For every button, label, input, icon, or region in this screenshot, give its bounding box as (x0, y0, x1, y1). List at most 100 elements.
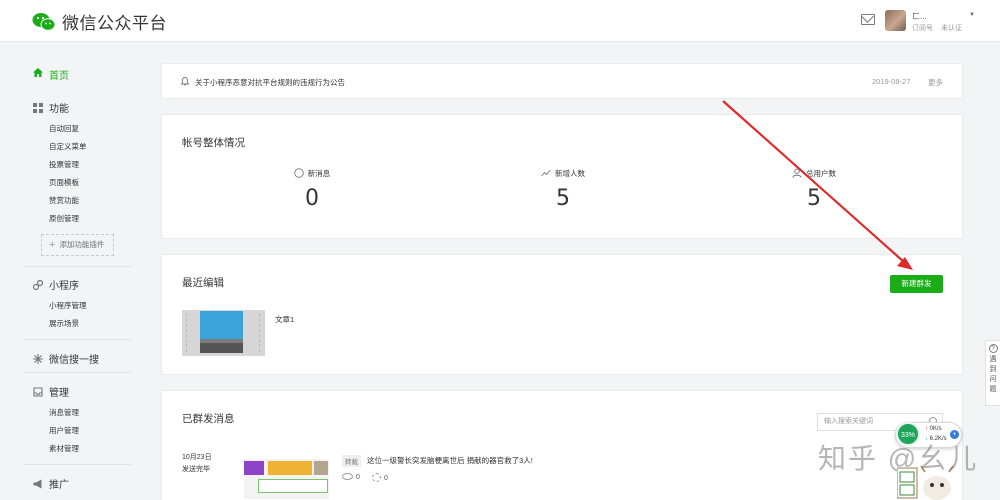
sidebar-category-label: 功能 (49, 104, 69, 115)
section-title: 已群发消息 (182, 413, 235, 425)
help-label: 遇到问题 (989, 356, 997, 393)
like-count: 0 (372, 473, 388, 482)
stat-value: 5 (556, 186, 570, 211)
top-bar: 微信公众平台 ㄈ... ▼ 订阅号 未认证 (0, 0, 1000, 42)
brand-title: 微信公众平台 (62, 14, 167, 33)
stat-new-messages[interactable]: 新消息 0 (252, 168, 372, 211)
sidebar-category-search[interactable]: 微信搜一搜 (33, 351, 99, 366)
stat-header: 新增人数 (503, 168, 623, 180)
section-title: 最近编辑 (182, 277, 224, 289)
avatar[interactable] (885, 10, 906, 31)
user-name[interactable]: ㄈ... (912, 11, 927, 22)
like-icon (372, 473, 381, 482)
brand-logo[interactable]: 微信公众平台 (32, 9, 167, 34)
sidebar-item-auto-reply[interactable]: 自动回复 (49, 123, 79, 134)
add-plugin-label: 添加功能插件 (59, 240, 105, 249)
sidebar-category-label: 小程序 (49, 281, 79, 292)
notice-date: 2019-08-27 (872, 77, 911, 86)
message-title[interactable]: 这位一级警长突发脑梗离世后 捐献的器官救了3人! (367, 455, 533, 466)
divider (24, 266, 132, 267)
thumbnail-footer (200, 343, 243, 353)
sidebar-item-reward[interactable]: 赞赏功能 (49, 195, 79, 206)
mail-icon[interactable] (861, 14, 875, 25)
like-count-value: 0 (384, 475, 388, 482)
sidebar-item-custom-menu[interactable]: 自定义菜单 (49, 141, 87, 152)
sidebar-category-manage[interactable]: 管理 (33, 384, 69, 399)
account-type: 订阅号 (912, 25, 933, 32)
stat-total-users[interactable]: 总用户数 5 (754, 168, 874, 211)
notice-more-link[interactable]: 更多 (928, 77, 943, 88)
stat-header: 新消息 (252, 168, 372, 180)
message-thumbnail[interactable] (244, 459, 329, 499)
trend-line-icon (541, 169, 551, 177)
user-icon (792, 168, 802, 178)
verify-status[interactable]: 未认证 (941, 25, 962, 32)
section-title: 帐号整体情况 (182, 137, 245, 149)
stat-new-followers[interactable]: 新增人数 5 (503, 168, 623, 211)
plus-icon: + (49, 239, 56, 251)
message-date: 10月23日 (182, 454, 212, 461)
sidebar-item-message-manage[interactable]: 消息管理 (49, 407, 79, 418)
stat-value: 5 (807, 186, 821, 211)
stat-label: 新增人数 (555, 169, 585, 178)
eye-icon (342, 473, 353, 480)
bell-icon (181, 77, 189, 86)
stat-label: 新消息 (307, 169, 331, 178)
divider (24, 464, 132, 465)
thumbnail-block (258, 479, 328, 493)
sidebar-category-feature[interactable]: 功能 (33, 100, 69, 115)
read-count-value: 0 (356, 474, 360, 481)
sidebar-category-label: 微信搜一搜 (49, 355, 99, 366)
wechat-logo-icon (32, 12, 56, 31)
user-meta: 订阅号 未认证 (912, 23, 968, 33)
sidebar-item-home[interactable]: 首页 (49, 67, 69, 82)
account-overview: 帐号整体情况 新消息 0 新增人数 5 总用户数 5 (161, 114, 963, 239)
arrow-up-icon: ↑ (925, 426, 928, 432)
help-tab[interactable]: ? 遇到问题 (985, 340, 1000, 406)
mascot-icon (897, 466, 954, 500)
stat-value: 0 (305, 186, 319, 211)
chat-bubble-icon (293, 168, 304, 178)
sidebar-item-display-scene[interactable]: 展示场景 (49, 318, 79, 329)
message-status: 发送完毕 (182, 466, 210, 473)
thumbnail-block (268, 461, 312, 475)
stat-header: 总用户数 (754, 168, 874, 180)
add-plugin-button[interactable]: + 添加功能插件 (41, 234, 114, 256)
grid-icon (33, 103, 43, 113)
thumbnail-image (200, 311, 243, 339)
sidebar: 首页 功能 自动回复 自定义菜单 投票管理 页面模板 赞赏功能 原创管理 + 添加… (0, 42, 140, 500)
home-icon (33, 68, 43, 77)
link-icon (33, 280, 43, 290)
sidebar-category-label: 推广 (49, 480, 69, 491)
thumbnail-block (244, 461, 264, 475)
article-thumbnail[interactable] (182, 310, 265, 356)
sidebar-item-vote[interactable]: 投票管理 (49, 159, 79, 170)
sidebar-category-miniprogram[interactable]: 小程序 (33, 277, 79, 292)
sidebar-item-material-manage[interactable]: 素材管理 (49, 443, 79, 454)
notice-bar: 关于小程序恶意对抗平台规则的违规行为公告 2019-08-27 更多 (161, 63, 963, 99)
chevron-down-icon[interactable]: ▼ (969, 12, 975, 18)
sparkle-icon (33, 354, 43, 364)
read-count: 0 (342, 473, 360, 481)
sidebar-item-page-template[interactable]: 页面模板 (49, 177, 79, 188)
sidebar-item-original[interactable]: 原创管理 (49, 213, 79, 224)
divider (24, 372, 132, 373)
new-broadcast-button[interactable]: 新建群发 (890, 275, 943, 293)
sidebar-category-promote[interactable]: 推广 (33, 476, 69, 491)
sidebar-category-label: 管理 (49, 388, 69, 399)
repost-badge: 转载 (342, 455, 361, 467)
thumbnail-block (314, 461, 328, 475)
divider (24, 339, 132, 340)
thumbnail-guide (248, 314, 260, 352)
notice-text[interactable]: 关于小程序恶意对抗平台规则的违规行为公告 (195, 77, 345, 88)
question-icon: ? (988, 344, 998, 353)
megaphone-icon (33, 479, 42, 489)
stat-label: 总用户数 (806, 169, 836, 178)
sidebar-item-user-manage[interactable]: 用户管理 (49, 425, 79, 436)
upload-speed: ↑ 0K/s (925, 426, 942, 432)
article-title[interactable]: 文章1 (275, 314, 294, 325)
thumbnail-guide (186, 314, 196, 352)
recent-edits: 最近编辑 新建群发 文章1 (161, 254, 963, 375)
inbox-icon (33, 387, 43, 397)
sidebar-item-miniprogram-manage[interactable]: 小程序管理 (49, 300, 87, 311)
